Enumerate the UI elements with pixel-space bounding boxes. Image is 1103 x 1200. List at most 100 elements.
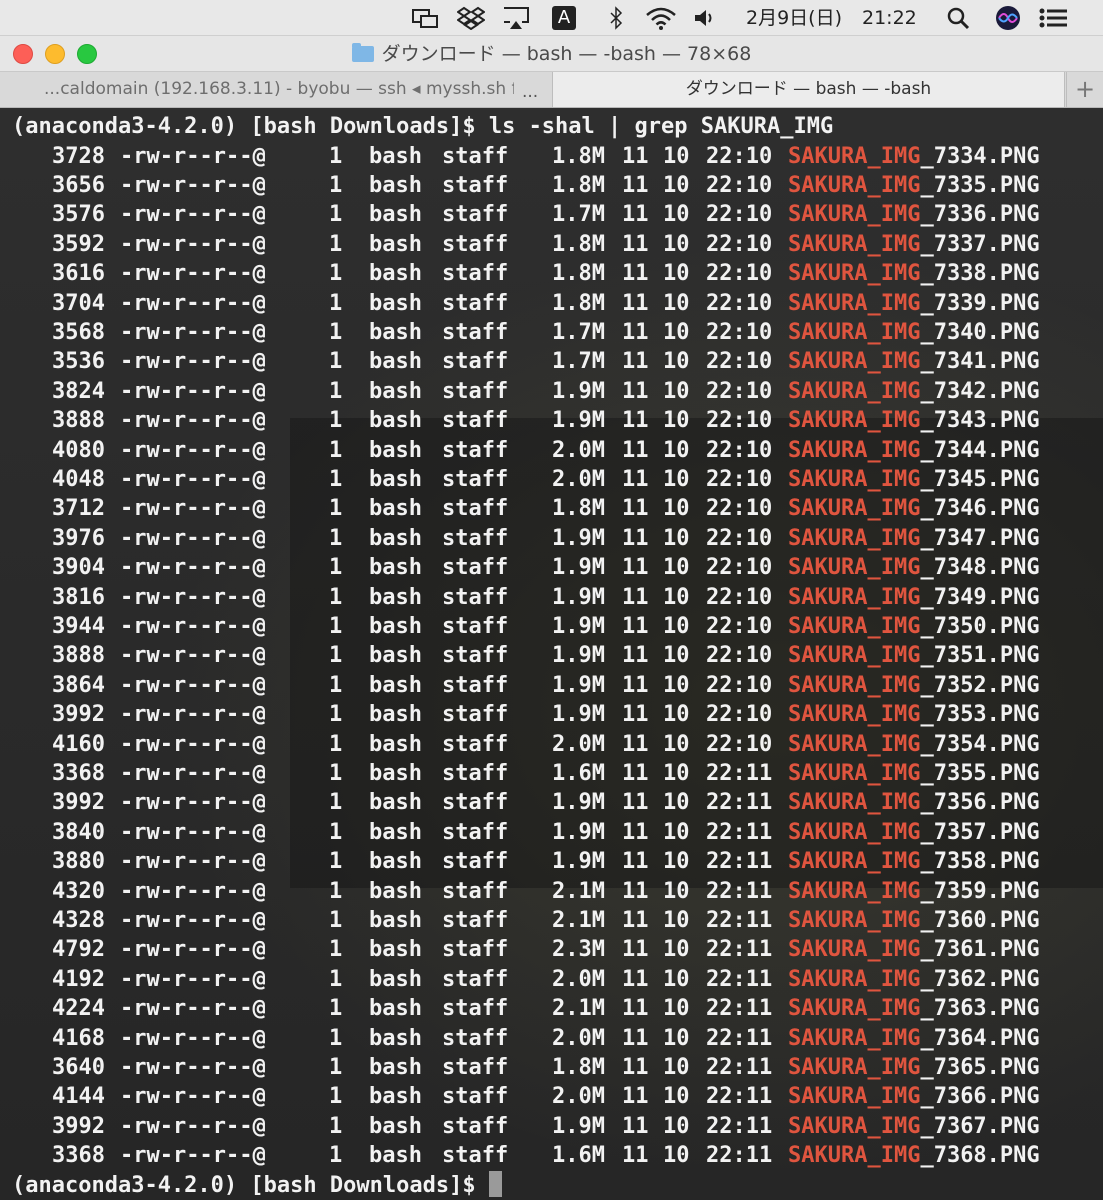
file-day: 10 xyxy=(663,172,690,198)
file-links: 1 xyxy=(329,1025,343,1051)
file-perms: -rw-r--r--@ xyxy=(120,790,266,816)
file-name-match: SAKURA_IMG xyxy=(788,525,921,551)
file-perms: -rw-r--r--@ xyxy=(120,1084,266,1110)
clock-date[interactable]: 2月9日(日) xyxy=(746,5,842,31)
file-name-suffix: _7341.PNG xyxy=(920,349,1040,375)
file-name-match: SAKURA_IMG xyxy=(788,1113,921,1139)
control-center-icon[interactable] xyxy=(1036,5,1070,31)
file-perms: -rw-r--r--@ xyxy=(120,1113,266,1139)
file-name-suffix: _7366.PNG xyxy=(920,1084,1040,1110)
file-time: 22:10 xyxy=(706,172,773,198)
file-links: 1 xyxy=(329,790,343,816)
file-perms: -rw-r--r--@ xyxy=(120,907,266,933)
file-size: 1.8M xyxy=(552,143,605,169)
tab-overflow[interactable]: ... xyxy=(522,72,548,107)
file-group: staff xyxy=(442,731,509,757)
new-tab-button[interactable]: + xyxy=(1066,72,1103,107)
file-links: 1 xyxy=(329,613,343,639)
file-time: 22:11 xyxy=(706,849,773,875)
file-name: SAKURA_IMG_7342.PNG xyxy=(788,377,1040,406)
bluetooth-icon[interactable] xyxy=(604,5,628,31)
file-time: 22:11 xyxy=(706,1143,773,1169)
tab-downloads-bash[interactable]: ダウンロード — bash — -bash xyxy=(552,72,1065,107)
file-month: 11 xyxy=(622,672,649,698)
terminal-output[interactable]: (anaconda3-4.2.0) [bash Downloads]$ ls -… xyxy=(0,108,1103,1200)
file-group: staff xyxy=(442,790,509,816)
file-name-match: SAKURA_IMG xyxy=(788,584,921,610)
tab-ssh-byobu[interactable]: ...caldomain (192.168.3.11) - byobu — ss… xyxy=(44,72,514,107)
file-perms: -rw-r--r--@ xyxy=(120,231,266,257)
window-title-bar[interactable]: ダウンロード — bash — -bash — 78×68 xyxy=(0,36,1103,72)
file-perms: -rw-r--r--@ xyxy=(120,937,266,963)
file-day: 10 xyxy=(663,643,690,669)
file-group: staff xyxy=(442,525,509,551)
file-owner: bash xyxy=(369,525,422,551)
file-name: SAKURA_IMG_7368.PNG xyxy=(788,1141,1040,1170)
file-perms: -rw-r--r--@ xyxy=(120,525,266,551)
file-time: 22:11 xyxy=(706,760,773,786)
file-group: staff xyxy=(442,702,509,728)
file-month: 11 xyxy=(622,525,649,551)
file-blocks: 4048 xyxy=(52,466,105,492)
file-links: 1 xyxy=(329,643,343,669)
file-name: SAKURA_IMG_7351.PNG xyxy=(788,641,1040,670)
file-perms: -rw-r--r--@ xyxy=(120,555,266,581)
file-name-match: SAKURA_IMG xyxy=(788,1084,921,1110)
file-name-suffix: _7338.PNG xyxy=(920,261,1040,287)
file-group: staff xyxy=(442,996,509,1022)
volume-icon[interactable] xyxy=(692,5,718,31)
file-name: SAKURA_IMG_7356.PNG xyxy=(788,788,1040,817)
file-name-suffix: _7363.PNG xyxy=(920,996,1040,1022)
file-month: 11 xyxy=(622,496,649,522)
file-group: staff xyxy=(442,1054,509,1080)
file-size: 1.9M xyxy=(552,613,605,639)
file-blocks: 3728 xyxy=(52,143,105,169)
file-group: staff xyxy=(442,1143,509,1169)
wifi-icon[interactable] xyxy=(644,5,678,31)
file-perms: -rw-r--r--@ xyxy=(120,760,266,786)
file-links: 1 xyxy=(329,290,343,316)
window-icon[interactable] xyxy=(410,5,440,31)
file-month: 11 xyxy=(622,466,649,492)
file-month: 11 xyxy=(622,760,649,786)
file-perms: -rw-r--r--@ xyxy=(120,408,266,434)
file-links: 1 xyxy=(329,1143,343,1169)
file-name-match: SAKURA_IMG xyxy=(788,1054,921,1080)
spotlight-icon[interactable] xyxy=(944,5,972,31)
siri-icon[interactable] xyxy=(994,5,1022,31)
current-prompt-line[interactable]: (anaconda3-4.2.0) [bash Downloads]$ xyxy=(12,1170,502,1200)
file-name: SAKURA_IMG_7357.PNG xyxy=(788,818,1040,847)
file-links: 1 xyxy=(329,1054,343,1080)
clock-time[interactable]: 21:22 xyxy=(862,5,917,31)
file-blocks: 4192 xyxy=(52,966,105,992)
file-blocks: 3640 xyxy=(52,1054,105,1080)
dropbox-icon[interactable] xyxy=(455,5,487,31)
file-name-match: SAKURA_IMG xyxy=(788,760,921,786)
input-source-icon[interactable]: A xyxy=(551,5,577,31)
menu-bar: A 2月9日(日) 21:22 xyxy=(0,0,1103,36)
file-name-suffix: _7352.PNG xyxy=(920,672,1040,698)
file-day: 10 xyxy=(663,1025,690,1051)
file-month: 11 xyxy=(622,143,649,169)
file-links: 1 xyxy=(329,702,343,728)
file-links: 1 xyxy=(329,261,343,287)
file-group: staff xyxy=(442,966,509,992)
file-blocks: 3616 xyxy=(52,261,105,287)
file-name-suffix: _7335.PNG xyxy=(920,172,1040,198)
file-month: 11 xyxy=(622,202,649,228)
file-group: staff xyxy=(442,849,509,875)
file-name: SAKURA_IMG_7344.PNG xyxy=(788,436,1040,465)
file-name: SAKURA_IMG_7349.PNG xyxy=(788,583,1040,612)
file-links: 1 xyxy=(329,408,343,434)
file-links: 1 xyxy=(329,1113,343,1139)
file-owner: bash xyxy=(369,996,422,1022)
airplay-icon[interactable] xyxy=(500,5,532,31)
file-perms: -rw-r--r--@ xyxy=(120,261,266,287)
file-name-match: SAKURA_IMG xyxy=(788,613,921,639)
file-owner: bash xyxy=(369,1054,422,1080)
file-name-match: SAKURA_IMG xyxy=(788,202,921,228)
file-day: 10 xyxy=(663,702,690,728)
file-time: 22:11 xyxy=(706,1025,773,1051)
file-perms: -rw-r--r--@ xyxy=(120,349,266,375)
file-time: 22:10 xyxy=(706,496,773,522)
